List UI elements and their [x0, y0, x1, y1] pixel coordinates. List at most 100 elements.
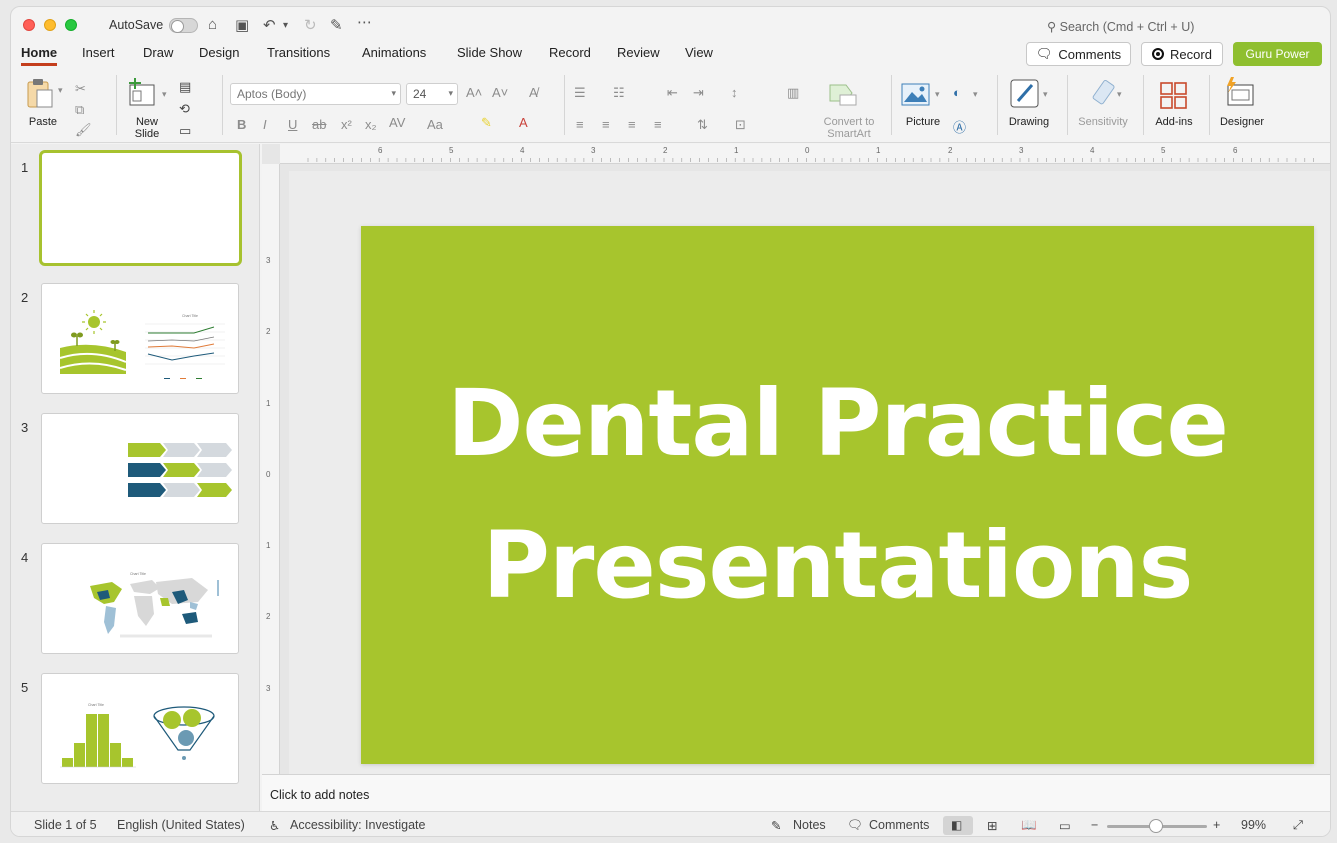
slide-thumbnail-5[interactable]: Chart Title: [41, 673, 239, 784]
current-slide[interactable]: Dental Practice Presentations: [361, 226, 1314, 764]
slide-title[interactable]: Dental Practice Presentations: [447, 353, 1229, 637]
align-left-icon[interactable]: ≡: [576, 117, 584, 132]
new-slide-icon[interactable]: [128, 77, 158, 107]
accessibility-status[interactable]: Accessibility: Investigate: [290, 818, 425, 832]
more-options-icon[interactable]: ⋯: [357, 13, 372, 31]
increase-indent-icon[interactable]: ⇥: [693, 85, 704, 101]
tab-design[interactable]: Design: [199, 45, 239, 63]
shapes-icon[interactable]: ◐: [953, 85, 961, 100]
columns-icon[interactable]: ▥: [787, 85, 799, 101]
increase-font-size-icon[interactable]: A˄: [466, 85, 482, 100]
bullets-icon[interactable]: ☰: [574, 85, 586, 101]
align-center-icon[interactable]: ≡: [602, 117, 610, 132]
layout-icon[interactable]: ▤: [179, 79, 191, 95]
zoom-in-button[interactable]: +: [1213, 818, 1220, 832]
paste-icon[interactable]: [25, 77, 55, 109]
accessibility-icon[interactable]: ♿: [269, 818, 280, 833]
undo-icon[interactable]: ↶: [263, 16, 276, 34]
drawing-icon[interactable]: [1010, 79, 1040, 109]
copy-icon[interactable]: ⧉: [75, 102, 84, 118]
zoom-level[interactable]: 99%: [1241, 818, 1266, 832]
format-painter-icon[interactable]: 🖌: [75, 122, 92, 138]
notes-toggle-button[interactable]: Notes: [793, 818, 826, 832]
redo-icon[interactable]: ↻: [304, 16, 317, 34]
align-right-icon[interactable]: ≡: [628, 117, 636, 132]
guru-power-button[interactable]: Guru Power: [1233, 42, 1322, 66]
cut-icon[interactable]: ✂: [75, 81, 86, 97]
character-spacing-icon[interactable]: AV: [389, 115, 405, 130]
tab-review[interactable]: Review: [617, 45, 660, 63]
add-ins-icon[interactable]: [1159, 81, 1189, 111]
zoom-slider-handle[interactable]: [1149, 819, 1163, 833]
language-indicator[interactable]: English (United States): [117, 818, 245, 832]
undo-dropdown-chevron-icon[interactable]: ▾: [283, 20, 288, 31]
text-box-icon[interactable]: Ⓐ: [953, 117, 966, 136]
slide-thumbnail-1[interactable]: [39, 150, 242, 266]
save-icon[interactable]: ▣: [235, 16, 249, 34]
numbering-icon[interactable]: ☷: [613, 85, 625, 101]
comments-toggle-button[interactable]: Comments: [869, 818, 929, 832]
change-case-icon[interactable]: Aa: [427, 117, 443, 132]
close-window-button[interactable]: [23, 19, 35, 31]
thumbnail-number: 3: [21, 420, 29, 435]
tab-animations[interactable]: Animations: [362, 45, 426, 63]
strikethrough-icon[interactable]: ab: [312, 117, 326, 132]
section-icon[interactable]: ▭: [179, 123, 191, 139]
tab-slide-show[interactable]: Slide Show: [457, 45, 522, 63]
smartart-icon[interactable]: [828, 81, 858, 107]
italic-icon[interactable]: I: [263, 117, 267, 132]
highlight-icon[interactable]: ✎: [481, 115, 492, 131]
slide-thumbnail-4[interactable]: Chart Title: [41, 543, 239, 654]
shapes-dropdown-chevron-icon[interactable]: ▾: [973, 89, 978, 100]
underline-icon[interactable]: U: [288, 117, 297, 132]
text-direction-icon[interactable]: ⇅: [697, 117, 708, 133]
bold-icon[interactable]: B: [237, 117, 246, 132]
designer-icon[interactable]: [1224, 77, 1256, 109]
minimize-window-button[interactable]: [44, 19, 56, 31]
comment-icon[interactable]: 🗨: [847, 818, 863, 833]
notes-pane[interactable]: Click to add notes: [262, 774, 1330, 811]
customize-toolbar-icon[interactable]: ✎: [330, 16, 343, 34]
clear-formatting-icon[interactable]: A̸: [529, 85, 538, 100]
tab-transitions[interactable]: Transitions: [267, 45, 330, 63]
tab-draw[interactable]: Draw: [143, 45, 173, 63]
tab-home[interactable]: Home: [21, 45, 58, 66]
home-icon[interactable]: ⌂: [208, 16, 217, 33]
align-text-icon[interactable]: ⊡: [735, 117, 746, 133]
normal-view-button[interactable]: ◧: [943, 816, 973, 835]
record-button[interactable]: Record: [1141, 42, 1223, 66]
decrease-font-size-icon[interactable]: A˅: [492, 85, 508, 100]
reading-view-icon[interactable]: 📖: [1021, 818, 1037, 833]
zoom-out-button[interactable]: −: [1091, 818, 1098, 832]
tab-record[interactable]: Record: [549, 45, 591, 63]
new-slide-dropdown-chevron-icon[interactable]: ▾: [162, 89, 167, 100]
sensitivity-icon[interactable]: [1087, 79, 1117, 109]
subscript-icon[interactable]: x₂: [365, 117, 377, 132]
sensitivity-dropdown-chevron-icon[interactable]: ▾: [1117, 89, 1122, 100]
fit-to-window-icon[interactable]: ⤢: [1293, 818, 1303, 833]
superscript-icon[interactable]: x²: [341, 117, 352, 132]
picture-dropdown-chevron-icon[interactable]: ▾: [935, 89, 940, 100]
justify-icon[interactable]: ≡: [654, 117, 662, 132]
tab-view[interactable]: View: [685, 45, 713, 63]
slide-show-icon[interactable]: ▭: [1059, 818, 1071, 833]
zoom-window-button[interactable]: [65, 19, 77, 31]
notes-icon[interactable]: ✎: [771, 818, 781, 833]
autosave-toggle[interactable]: [169, 18, 198, 33]
drawing-dropdown-chevron-icon[interactable]: ▾: [1043, 89, 1048, 100]
font-name-select[interactable]: Aptos (Body) ▾: [230, 83, 401, 105]
search-box[interactable]: ⚲ Search (Cmd + Ctrl + U): [1047, 19, 1194, 34]
font-color-icon[interactable]: A: [519, 115, 528, 130]
slide-editing-area: 6 5 4 3 2 1 0 1 2 3 4 5 6 3 2 1 0 1 2 3: [262, 144, 1330, 774]
tab-insert[interactable]: Insert: [82, 45, 115, 63]
font-size-select[interactable]: 24 ▾: [406, 83, 458, 105]
decrease-indent-icon[interactable]: ⇤: [667, 85, 678, 101]
slide-thumbnail-2[interactable]: Chart Title: [41, 283, 239, 394]
slide-thumbnail-3[interactable]: [41, 413, 239, 524]
slide-sorter-icon[interactable]: ⊞: [987, 818, 997, 833]
paste-dropdown-chevron-icon[interactable]: ▾: [58, 85, 63, 96]
line-spacing-icon[interactable]: ↕: [731, 85, 738, 100]
reset-icon[interactable]: ⟲: [179, 101, 190, 117]
picture-icon[interactable]: [901, 83, 931, 107]
comments-button[interactable]: 🗨 Comments: [1026, 42, 1131, 66]
